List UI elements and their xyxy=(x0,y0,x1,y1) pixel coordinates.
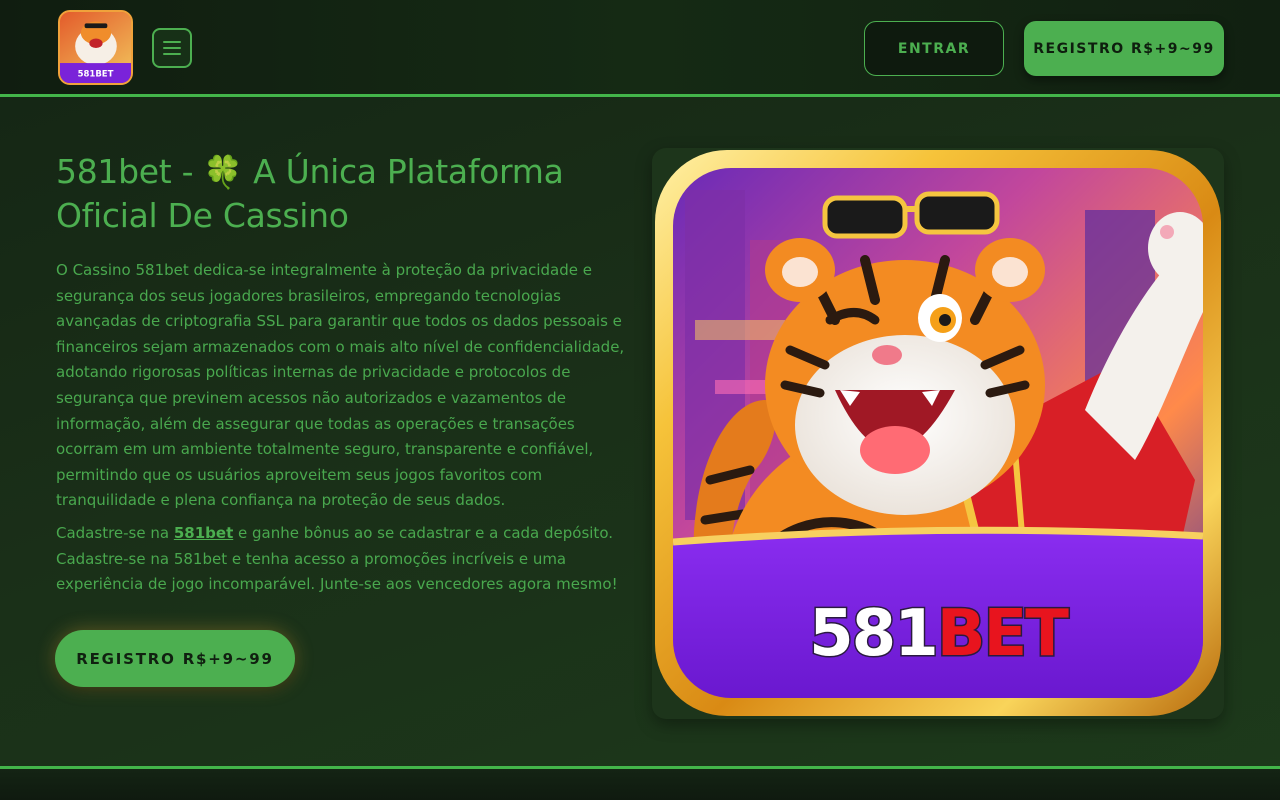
hero-signup-text: Cadastre-se na 581bet e ganhe bônus ao s… xyxy=(56,521,636,598)
brand-link[interactable]: 581bet xyxy=(174,524,233,542)
site-logo[interactable]: 581BET xyxy=(58,10,133,85)
hamburger-icon-line xyxy=(163,53,181,55)
page: 581BET ENTRAR REGISTRO R$+9~99 581bet - … xyxy=(0,0,1280,800)
clover-icon: 🍀 xyxy=(203,153,243,191)
hamburger-icon-line xyxy=(163,47,181,49)
tiger-mascot-illustration: 581BET xyxy=(655,150,1221,716)
hero-app-icon-image: 581BET xyxy=(655,150,1221,716)
banner-text-white: 581 xyxy=(809,597,937,671)
banner-text-red: BET xyxy=(937,597,1070,671)
site-header: 581BET ENTRAR REGISTRO R$+9~99 xyxy=(0,0,1280,97)
hero-description: O Cassino 581bet dedica-se integralmente… xyxy=(56,261,625,510)
menu-button[interactable] xyxy=(152,28,192,68)
register-button-hero[interactable]: REGISTRO R$+9~99 xyxy=(55,630,295,687)
login-button[interactable]: ENTRAR xyxy=(864,21,1004,76)
footer xyxy=(0,769,1280,800)
hero-title: 581bet - 🍀 A Única Plataforma Oficial De… xyxy=(56,150,616,238)
hamburger-icon-line xyxy=(163,41,181,43)
register-button-header[interactable]: REGISTRO R$+9~99 xyxy=(1024,21,1224,76)
logo-tiger-image: 581BET xyxy=(60,12,131,83)
banner-brand-text: 581BET xyxy=(809,597,1069,671)
logo-text: 581BET xyxy=(78,69,114,79)
signup-text-before: Cadastre-se na xyxy=(56,524,174,542)
title-prefix: 581bet - xyxy=(56,152,194,191)
